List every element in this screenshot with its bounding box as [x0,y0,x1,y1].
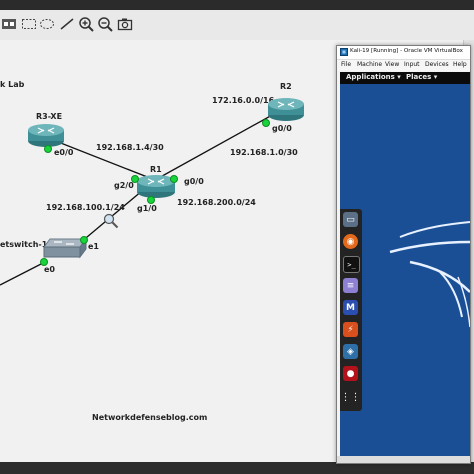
vbox-titlebar[interactable]: Kali-19 [Running] - Oracle VM VirtualBox [337,46,470,60]
line-icon[interactable] [58,15,76,33]
screenshot-icon[interactable] [0,15,18,33]
kali-top-panel: Applications ▾ Places ▾ [340,72,470,84]
link-label-r2-r1: 192.168.1.0/30 [230,148,298,157]
link-label-r1-net200: 192.168.200.0/24 [177,198,256,207]
virtualbox-logo-icon [340,48,348,56]
zoom-out-icon[interactable] [96,15,114,33]
link-status-dot [44,145,52,153]
kali-dragon-logo [389,221,470,328]
ellipse-icon[interactable] [38,15,56,33]
zoom-in-icon[interactable] [77,15,95,33]
router-r2-icon[interactable] [266,96,306,122]
terminal-icon[interactable]: >_ [343,256,360,273]
kali-dock: ▭ ◉ >_ ≡ M ⚡ ◈ ● ⋮⋮ [340,209,362,411]
window-top-strip [0,0,474,10]
link-status-dot [262,119,270,127]
r3xe-label: R3-XE [36,112,63,121]
r1-port-g2: g2/0 [114,181,134,190]
r2-network-label: 172.16.0.0/16 [212,96,275,105]
cherry-icon[interactable]: ● [343,366,358,381]
kali-places-menu[interactable]: Places ▾ [406,73,437,81]
menu-help[interactable]: Help [453,61,467,68]
r1-port-g0: g0/0 [184,177,204,186]
vbox-menubar: File Machine View Input Devices Help [337,60,470,71]
r2-port-label: g0/0 [272,124,292,133]
files-icon[interactable]: ▭ [343,212,358,227]
switch-port-e1: e1 [88,242,99,251]
router-r3xe-icon[interactable] [26,122,66,148]
r1-port-g1: g1/0 [137,204,157,213]
recon-eye-icon[interactable]: ◈ [343,344,358,359]
burpsuite-icon[interactable]: ⚡ [343,322,358,337]
r2-label: R2 [280,82,292,91]
vbox-title-text: Kali-19 [Running] - Oracle VM VirtualBox [350,48,463,54]
app-grid-icon[interactable]: ⋮⋮ [341,390,361,405]
kali-applications-menu[interactable]: Applications ▾ [346,73,401,81]
r3xe-port-label: e0/0 [54,148,74,157]
link-status-dot [170,175,178,183]
packet-capture-icon[interactable] [103,213,119,229]
metasploit-icon[interactable]: M [343,300,358,315]
menu-machine[interactable]: Machine [357,61,382,68]
switch-label: etswitch-1 [0,240,48,249]
menu-devices[interactable]: Devices [425,61,449,68]
notes-icon[interactable]: ≡ [343,278,358,293]
menu-input[interactable]: Input [404,61,420,68]
kali-desktop[interactable]: Applications ▾ Places ▾ ▭ ◉ >_ ≡ M ⚡ ◈ ●… [340,72,470,456]
vbox-statusbar [337,456,470,463]
link-label-r3-r1: 192.168.1.4/30 [96,143,164,152]
switch-port-e0: e0 [44,265,55,274]
link-status-dot [147,196,155,204]
menu-file[interactable]: File [341,61,351,68]
menu-view[interactable]: View [385,61,399,68]
select-rect-icon[interactable] [20,15,38,33]
camera-icon[interactable] [116,15,134,33]
canvas-footer-note: Networkdefenseblog.com [92,413,208,422]
firefox-icon[interactable]: ◉ [343,234,358,249]
link-status-dot [80,236,88,244]
gns3-toolbar [0,10,474,41]
virtualbox-window[interactable]: Kali-19 [Running] - Oracle VM VirtualBox… [336,45,471,464]
link-label-r1-net100: 192.168.100.1/24 [46,203,125,212]
topology-title: k Lab [0,80,25,89]
